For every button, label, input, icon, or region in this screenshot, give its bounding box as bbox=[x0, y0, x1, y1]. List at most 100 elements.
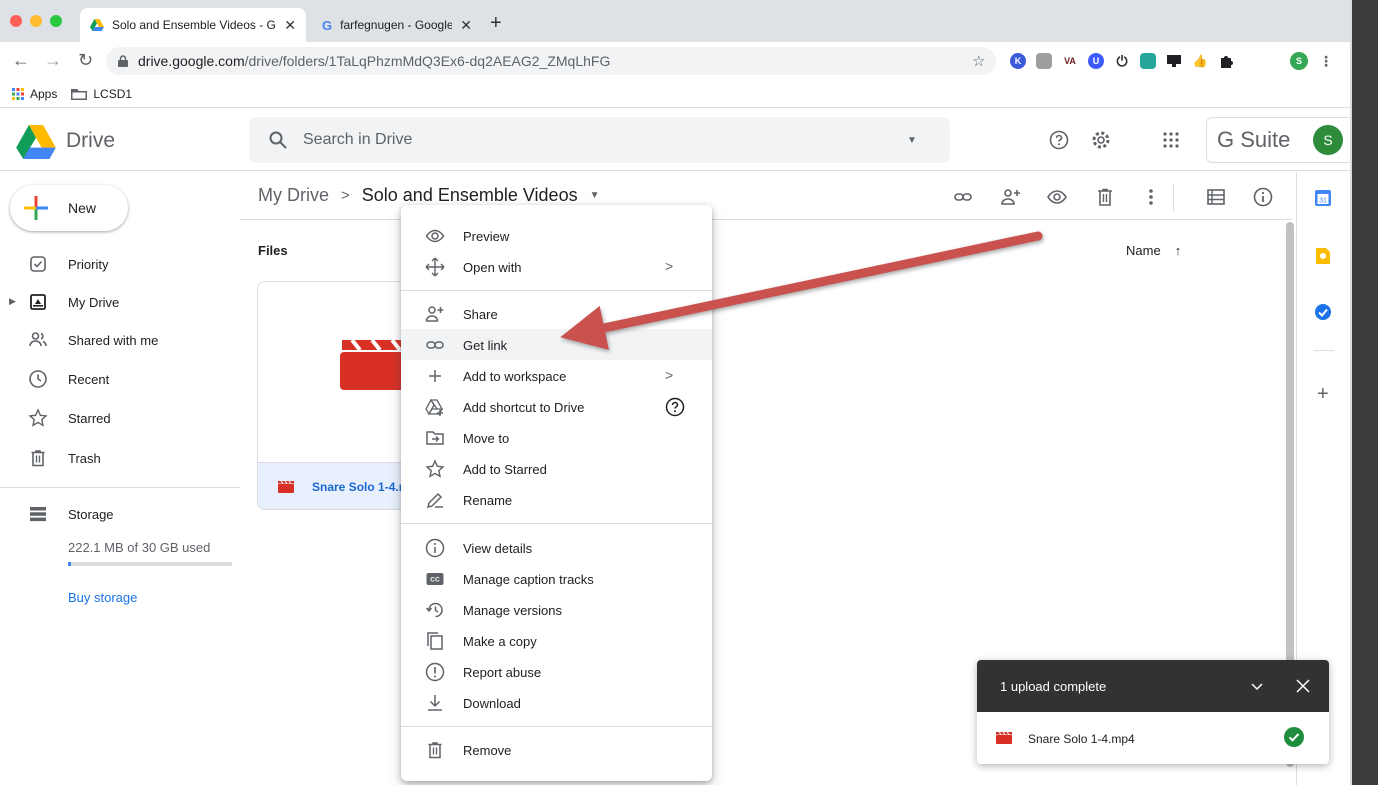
context-menu: Preview Open with > Share Get link Add t… bbox=[401, 205, 712, 781]
profile-avatar[interactable]: S bbox=[1290, 52, 1308, 70]
u-extension-icon[interactable]: U bbox=[1088, 53, 1104, 69]
reader-extension-icon[interactable] bbox=[1036, 53, 1052, 69]
drive-logo-icon[interactable] bbox=[16, 125, 56, 159]
zoom-window-button[interactable] bbox=[50, 15, 62, 27]
preview-eye-icon[interactable] bbox=[1046, 186, 1068, 208]
new-button[interactable]: New bbox=[10, 185, 128, 231]
new-tab-button[interactable]: + bbox=[490, 13, 502, 33]
menu-item-add-shortcut[interactable]: Add shortcut to Drive bbox=[401, 391, 712, 422]
tasks-icon[interactable] bbox=[1314, 303, 1332, 321]
search-box[interactable]: ▼ bbox=[249, 117, 950, 163]
apps-grid-icon[interactable] bbox=[12, 87, 24, 100]
get-addons-plus-icon[interactable]: + bbox=[1317, 383, 1329, 406]
sidebar-item-priority[interactable]: Priority bbox=[0, 248, 240, 280]
app-name[interactable]: Drive bbox=[66, 129, 115, 153]
breadcrumb-separator-icon: > bbox=[341, 187, 350, 204]
minimize-window-button[interactable] bbox=[30, 15, 42, 27]
bookmark-apps[interactable]: Apps bbox=[30, 87, 57, 101]
thumb-extension-icon[interactable]: 👍 bbox=[1192, 53, 1208, 69]
sort-name-label: Name bbox=[1126, 243, 1161, 258]
cloud-extension-icon[interactable] bbox=[1140, 53, 1156, 69]
forward-icon[interactable]: → bbox=[44, 50, 62, 70]
collapse-chevron-icon[interactable] bbox=[1249, 678, 1265, 694]
breadcrumb-my-drive[interactable]: My Drive bbox=[258, 185, 329, 206]
pencil-icon bbox=[425, 490, 445, 510]
sidebar-item-label: Recent bbox=[68, 372, 110, 387]
menu-item-preview[interactable]: Preview bbox=[401, 220, 712, 251]
search-icon[interactable] bbox=[269, 131, 287, 149]
menu-item-rename[interactable]: Rename bbox=[401, 484, 712, 515]
close-window-button[interactable] bbox=[10, 15, 22, 27]
url-path: /drive/folders/1TaLqPhzmMdQ3Ex6-dq2AEAG2… bbox=[244, 53, 611, 69]
search-options-icon[interactable]: ▼ bbox=[907, 135, 917, 146]
bookmarks-bar: Apps LCSD1 bbox=[0, 80, 1378, 108]
breadcrumb-current-folder[interactable]: Solo and Ensemble Videos bbox=[362, 185, 578, 206]
expand-caret-icon[interactable]: ▶ bbox=[9, 296, 16, 307]
menu-item-add-to-starred[interactable]: Add to Starred bbox=[401, 453, 712, 484]
menu-item-add-to-workspace[interactable]: Add to workspace > bbox=[401, 360, 712, 391]
menu-item-label: Open with bbox=[463, 260, 522, 275]
va-extension-icon[interactable]: VA bbox=[1062, 53, 1078, 69]
menu-item-label: Download bbox=[463, 696, 521, 711]
sort-control[interactable]: Name ↑ bbox=[1126, 243, 1181, 258]
menu-item-manage-versions[interactable]: Manage versions bbox=[401, 594, 712, 625]
delete-trash-icon[interactable] bbox=[1094, 186, 1116, 208]
screen-extension-icon[interactable] bbox=[1166, 53, 1182, 69]
upload-item-row[interactable]: Snare Solo 1-4.mp4 bbox=[977, 712, 1329, 764]
browser-tab-search[interactable]: G farfegnugen - Google Search ✕ bbox=[312, 8, 482, 42]
search-input[interactable] bbox=[303, 131, 903, 149]
sort-direction-icon[interactable]: ↑ bbox=[1175, 243, 1182, 258]
sidebar-item-recent[interactable]: Recent bbox=[0, 363, 240, 395]
menu-item-share[interactable]: Share bbox=[401, 298, 712, 329]
info-icon[interactable] bbox=[1252, 186, 1274, 208]
buy-storage-link[interactable]: Buy storage bbox=[68, 590, 137, 605]
browser-tab-drive[interactable]: Solo and Ensemble Videos - Goo ✕ bbox=[80, 8, 306, 42]
plus-icon bbox=[24, 196, 48, 220]
sidebar-item-label: Starred bbox=[68, 411, 111, 426]
menu-item-view-details[interactable]: View details bbox=[401, 532, 712, 563]
help-icon[interactable] bbox=[665, 397, 685, 417]
sidebar-item-trash[interactable]: Trash bbox=[0, 442, 240, 474]
folder-dropdown-icon[interactable]: ▼ bbox=[590, 190, 600, 201]
link-icon[interactable] bbox=[952, 186, 974, 208]
menu-item-make-a-copy[interactable]: Make a copy bbox=[401, 625, 712, 656]
help-icon[interactable] bbox=[1049, 130, 1069, 150]
account-avatar[interactable]: S bbox=[1313, 125, 1343, 155]
menu-item-report-abuse[interactable]: Report abuse bbox=[401, 656, 712, 687]
sidebar-item-starred[interactable]: Starred bbox=[0, 402, 240, 434]
menu-item-move-to[interactable]: Move to bbox=[401, 422, 712, 453]
sidebar-item-storage[interactable]: Storage bbox=[0, 498, 240, 530]
puzzle-extension-icon[interactable] bbox=[1218, 53, 1234, 69]
back-icon[interactable]: ← bbox=[12, 50, 30, 70]
bookmark-star-icon[interactable]: ☆ bbox=[972, 52, 985, 70]
sidebar-item-shared-with-me[interactable]: Shared with me bbox=[0, 324, 240, 356]
share-person-icon[interactable] bbox=[1000, 186, 1022, 208]
close-tab-icon[interactable]: ✕ bbox=[460, 17, 472, 34]
keep-icon[interactable] bbox=[1314, 247, 1332, 265]
menu-item-get-link[interactable]: Get link bbox=[401, 329, 712, 360]
calendar-icon[interactable]: 31 bbox=[1314, 189, 1332, 207]
close-tab-icon[interactable]: ✕ bbox=[284, 17, 296, 34]
sidebar-item-my-drive[interactable]: ▶ My Drive bbox=[0, 286, 240, 318]
bookmark-lcsd1[interactable]: LCSD1 bbox=[93, 87, 132, 101]
settings-gear-icon[interactable] bbox=[1091, 130, 1111, 150]
close-icon[interactable] bbox=[1295, 678, 1311, 694]
list-view-icon[interactable] bbox=[1205, 186, 1227, 208]
gsuite-badge[interactable]: G Suite S bbox=[1206, 117, 1354, 163]
menu-item-remove[interactable]: Remove bbox=[401, 734, 712, 765]
drive-favicon-icon bbox=[90, 19, 104, 31]
menu-item-label: Move to bbox=[463, 431, 510, 446]
menu-item-open-with[interactable]: Open with > bbox=[401, 251, 712, 282]
menu-item-label: Preview bbox=[463, 229, 510, 244]
k-extension-icon[interactable]: K bbox=[1010, 53, 1026, 69]
storage-progress-fill bbox=[68, 562, 72, 566]
browser-menu-icon[interactable]: ⋮ bbox=[1318, 53, 1334, 69]
more-actions-icon[interactable] bbox=[1140, 186, 1162, 208]
menu-item-manage-caption-tracks[interactable]: CC Manage caption tracks bbox=[401, 563, 712, 594]
google-apps-icon[interactable] bbox=[1163, 132, 1179, 148]
menu-item-label: Rename bbox=[463, 493, 513, 508]
reload-icon[interactable]: ↻ bbox=[78, 50, 93, 70]
address-bar[interactable]: drive.google.com/drive/folders/1TaLqPhzm… bbox=[106, 47, 996, 75]
menu-item-download[interactable]: Download bbox=[401, 687, 712, 718]
power-extension-icon[interactable]: ⏻ bbox=[1114, 53, 1130, 69]
